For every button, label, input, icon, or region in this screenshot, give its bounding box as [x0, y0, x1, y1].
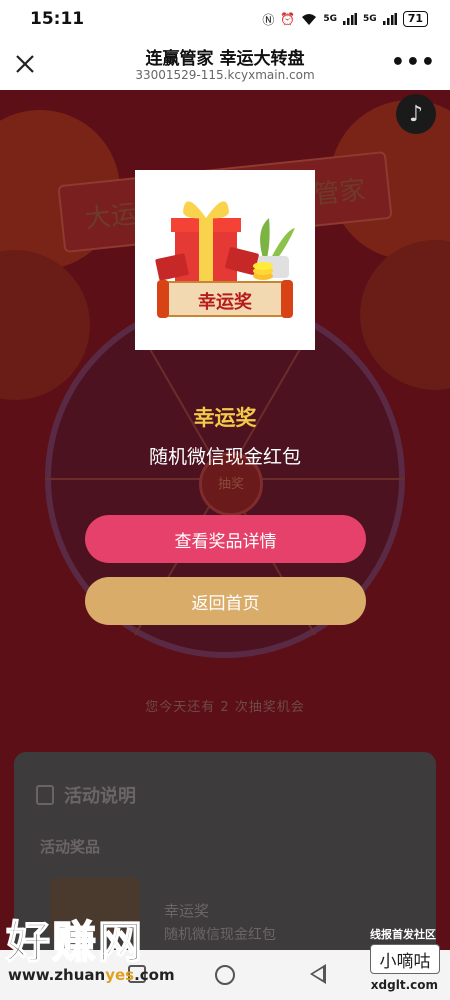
status-bar: 15:11 Ⓝ ⏰ 5G 5G 71	[0, 0, 450, 38]
wheel-divider	[45, 478, 225, 480]
rules-subtitle: 活动奖品	[40, 838, 101, 856]
watermark-url-prefix: www.zhuan	[8, 966, 106, 984]
view-prize-details-button[interactable]: 查看奖品详情	[85, 515, 366, 563]
watermark-logo-right: 小嘀咕	[370, 944, 440, 974]
rules-prize-desc: 随机微信现金红包	[164, 927, 276, 943]
more-menu-icon[interactable]: •••	[391, 50, 436, 75]
prize-image-label: 幸运奖	[198, 292, 252, 313]
document-icon	[36, 785, 54, 805]
page-url: 33001529-115.kcyxmain.com	[135, 68, 315, 82]
watermark-url-suffix: .com	[134, 966, 175, 984]
back-icon[interactable]	[310, 964, 326, 984]
signal-2-label: 5G	[363, 14, 377, 24]
watermark-url-left: www.zhuanyes.com	[8, 966, 175, 984]
banner-text-left: 大运	[83, 199, 139, 235]
signal-1-label: 5G	[323, 14, 338, 24]
gift-box-illustration	[155, 201, 295, 318]
signal-2-icon	[382, 13, 397, 25]
watermark-url-highlight: yes	[105, 966, 135, 984]
prize-title: 幸运奖	[193, 406, 257, 430]
rules-prize-name: 幸运奖	[164, 902, 210, 920]
page-title: 连赢管家 幸运大转盘	[145, 49, 305, 69]
browser-header: 连赢管家 幸运大转盘 33001529-115.kcyxmain.com •••	[0, 38, 450, 90]
watermark-logo-left: 好赚网	[5, 916, 144, 969]
watermark-tagline-right: 线报首发社区	[370, 928, 436, 941]
wifi-icon	[302, 13, 317, 25]
chances-remaining: 您今天还有 2 次抽奖机会	[145, 700, 305, 715]
nfc-icon: Ⓝ	[262, 12, 275, 27]
status-icons: Ⓝ ⏰ 5G 5G 71	[262, 11, 428, 28]
return-home-button[interactable]: 返回首页	[85, 577, 366, 625]
prize-image: 幸运奖	[135, 170, 315, 350]
home-icon[interactable]	[215, 965, 235, 985]
prize-subtitle: 随机微信现金红包	[148, 446, 301, 468]
status-time: 15:11	[30, 9, 85, 29]
alarm-icon: ⏰	[280, 12, 296, 26]
lantern-glow	[360, 240, 450, 390]
rules-header: 活动说明	[36, 782, 136, 808]
banner-text-right: 管家	[312, 175, 368, 211]
wheel-center-label: 抽奖	[217, 477, 244, 492]
battery-icon: 71	[402, 11, 428, 27]
music-icon[interactable]: ♪	[396, 94, 436, 134]
watermark-url-right: xdglt.com	[370, 978, 438, 992]
signal-1-icon	[343, 13, 358, 25]
rules-title: 活动说明	[64, 786, 136, 807]
